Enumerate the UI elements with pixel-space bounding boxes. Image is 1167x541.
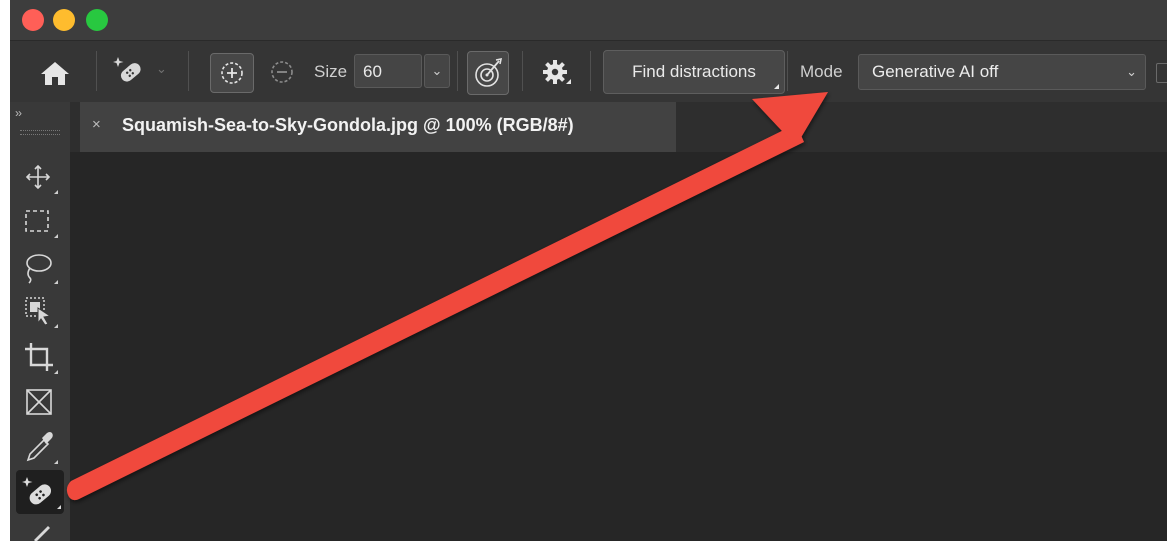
mode-label: Mode (800, 62, 843, 81)
crop-tool[interactable] (20, 338, 60, 378)
move-tool[interactable] (20, 158, 60, 198)
divider (522, 51, 523, 91)
divider (188, 51, 189, 91)
tool-group-corner (54, 324, 58, 328)
divider (457, 51, 458, 91)
canvas-area[interactable] (80, 152, 1167, 541)
size-label: Size (314, 62, 348, 81)
target-icon[interactable] (467, 51, 509, 95)
subtract-from-selection-button[interactable] (268, 58, 296, 86)
tool-group-corner (54, 234, 58, 238)
close-tab-icon[interactable]: × (92, 116, 101, 133)
tool-group-corner (54, 280, 58, 284)
divider (590, 51, 591, 91)
add-to-selection-button[interactable] (210, 53, 254, 93)
find-distractions-label: Find distractions (632, 62, 756, 81)
marquee-tool[interactable] (20, 202, 60, 242)
divider (96, 51, 97, 91)
document-tab-title: Squamish-Sea-to-Sky-Gondola.jpg @ 100% (… (122, 115, 574, 135)
double-chevron-icon: ›› (15, 106, 22, 120)
frame-icon (26, 389, 52, 415)
eyedropper-tool[interactable] (20, 428, 60, 468)
brush-icon (34, 526, 50, 541)
mode-select[interactable]: Generative AI off ⌄ (858, 54, 1146, 90)
object-selection-tool[interactable] (20, 292, 60, 332)
lasso-tool[interactable] (20, 248, 60, 288)
title-bar (10, 0, 1167, 40)
tool-group-corner (54, 370, 58, 374)
remove-tool-preset-icon[interactable] (113, 55, 147, 87)
divider (787, 51, 788, 91)
app-window: ⌄ Size 60 ⌄ Find distractions Mode Gener… (10, 0, 1167, 541)
home-icon[interactable] (38, 59, 72, 87)
size-input[interactable]: 60 (354, 54, 422, 88)
minimize-window-button[interactable] (53, 9, 75, 31)
size-dropdown-button[interactable]: ⌄ (424, 54, 450, 88)
zoom-window-button[interactable] (86, 9, 108, 31)
options-bar: ⌄ Size 60 ⌄ Find distractions Mode Gener… (10, 40, 1167, 103)
close-window-button[interactable] (22, 9, 44, 31)
dropdown-corner-icon (774, 84, 779, 89)
mode-value: Generative AI off (872, 62, 999, 81)
tool-group-corner (54, 190, 58, 194)
checkbox[interactable] (1156, 63, 1167, 83)
frame-tool[interactable] (20, 382, 60, 422)
panel-grip[interactable] (20, 130, 60, 135)
remove-tool[interactable] (16, 470, 64, 514)
tool-group-corner (54, 460, 58, 464)
brush-tool[interactable] (20, 518, 60, 541)
find-distractions-button[interactable]: Find distractions (603, 50, 785, 94)
tools-panel (10, 152, 70, 541)
chevron-down-icon[interactable]: ⌄ (156, 61, 172, 81)
chevron-down-icon: ⌄ (1126, 64, 1137, 79)
document-tab[interactable]: × Squamish-Sea-to-Sky-Gondola.jpg @ 100%… (80, 102, 676, 152)
remove-tool-icon (22, 477, 61, 509)
gear-icon[interactable] (540, 57, 574, 89)
collapse-panel-button[interactable]: ›› (10, 102, 70, 152)
